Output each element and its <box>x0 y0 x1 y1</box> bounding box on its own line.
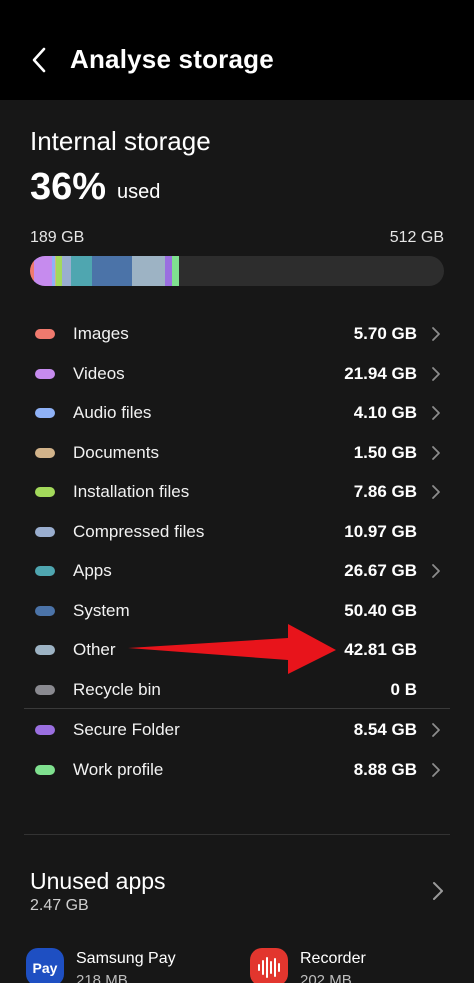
app-name-recorder[interactable]: Recorder <box>300 950 366 968</box>
category-name: Compressed files <box>73 521 205 541</box>
category-name: Apps <box>73 561 112 580</box>
app-size-recorder: 202 MB <box>300 972 352 983</box>
chevron-right-icon[interactable] <box>430 366 442 382</box>
used-label: used <box>117 181 161 203</box>
chevron-right-icon[interactable] <box>430 326 442 342</box>
usage-bar-segment <box>70 256 92 286</box>
category-color-dot <box>35 605 55 616</box>
category-size: 1.50 GB <box>353 442 417 462</box>
category-row-work-profile[interactable]: Work profile 8.88 GB <box>0 752 474 788</box>
chevron-right-icon[interactable] <box>430 762 442 778</box>
category-size: 7.86 GB <box>353 482 417 501</box>
unused-apps-size: 2.47 GB <box>30 897 89 914</box>
category-size: 50.40 GB <box>344 600 417 620</box>
category-row-secure-folder[interactable]: Secure Folder 8.54 GB <box>0 712 474 748</box>
category-color-dot <box>35 526 55 537</box>
storage-title: Internal storage <box>30 126 211 156</box>
usage-bar-segment <box>171 256 179 286</box>
usage-bar-segment <box>165 256 172 286</box>
category-name: Secure Folder <box>73 720 180 739</box>
used-percent: 36% <box>30 166 107 208</box>
category-name: System <box>73 600 130 620</box>
divider <box>24 708 450 709</box>
category-name: Images <box>73 324 129 343</box>
chevron-right-icon[interactable] <box>430 405 442 421</box>
unused-apps-title[interactable]: Unused apps <box>30 868 166 895</box>
chevron-right-icon[interactable] <box>430 484 442 500</box>
samsung-pay-icon-label: Pay <box>33 960 58 976</box>
category-name: Work profile <box>73 759 164 779</box>
category-name: Installation files <box>73 482 190 501</box>
category-row-videos[interactable]: Videos 21.94 GB <box>0 356 474 392</box>
usage-bar-segment <box>91 256 132 286</box>
usage-bar-segment <box>62 256 71 286</box>
chevron-right-icon[interactable] <box>430 722 442 738</box>
app-header: Analyse storage <box>0 0 474 100</box>
category-color-dot <box>35 566 55 576</box>
category-size: 21.94 GB <box>344 363 417 383</box>
category-color-dot <box>35 447 55 458</box>
category-color-dot <box>35 684 55 695</box>
category-name: Videos <box>73 363 125 383</box>
category-color-dot <box>35 645 55 655</box>
category-row-images[interactable]: Images 5.70 GB <box>0 316 474 352</box>
chevron-right-icon[interactable] <box>431 880 445 902</box>
app-name-samsung-pay[interactable]: Samsung Pay <box>76 950 176 968</box>
category-color-dot <box>35 408 55 418</box>
category-size: 0 B <box>390 679 417 699</box>
divider <box>24 834 450 835</box>
category-size: 26.67 GB <box>344 561 417 580</box>
category-row-apps[interactable]: Apps 26.67 GB <box>0 553 474 589</box>
category-row-audio-files[interactable]: Audio files 4.10 GB <box>0 395 474 431</box>
storage-usage-bar <box>30 256 444 286</box>
category-name: Other <box>73 640 116 659</box>
total-capacity: 512 GB <box>389 229 444 246</box>
category-name: Recycle bin <box>73 679 161 699</box>
used-amount: 189 GB <box>30 229 85 246</box>
category-color-dot <box>35 329 55 339</box>
recorder-icon[interactable] <box>250 948 288 983</box>
category-size: 42.81 GB <box>344 640 417 659</box>
category-size: 10.97 GB <box>344 521 417 541</box>
category-color-dot <box>35 487 55 497</box>
category-row-recycle-bin: Recycle bin 0 B <box>0 672 474 708</box>
category-color-dot <box>35 725 55 735</box>
category-row-installation-files[interactable]: Installation files 7.86 GB <box>0 474 474 510</box>
chevron-right-icon[interactable] <box>430 445 442 461</box>
usage-bar-segment <box>34 256 52 286</box>
chevron-right-icon[interactable] <box>430 563 442 579</box>
category-row-documents[interactable]: Documents 1.50 GB <box>0 435 474 471</box>
samsung-pay-icon[interactable]: Pay <box>26 948 64 983</box>
page-title: Analyse storage <box>70 44 274 74</box>
category-size: 4.10 GB <box>353 403 417 422</box>
category-color-dot <box>35 764 55 775</box>
app-size-samsung-pay: 218 MB <box>76 972 128 983</box>
category-row-compressed-files: Compressed files 10.97 GB <box>0 514 474 550</box>
back-arrow-icon[interactable] <box>26 42 56 78</box>
red-arrow-annotation <box>128 624 336 674</box>
category-size: 5.70 GB <box>353 324 417 343</box>
category-name: Documents <box>73 442 159 462</box>
category-color-dot <box>35 368 55 379</box>
category-size: 8.54 GB <box>353 720 417 739</box>
usage-bar-segment <box>131 256 166 286</box>
category-size: 8.88 GB <box>353 759 417 779</box>
category-name: Audio files <box>73 403 152 422</box>
